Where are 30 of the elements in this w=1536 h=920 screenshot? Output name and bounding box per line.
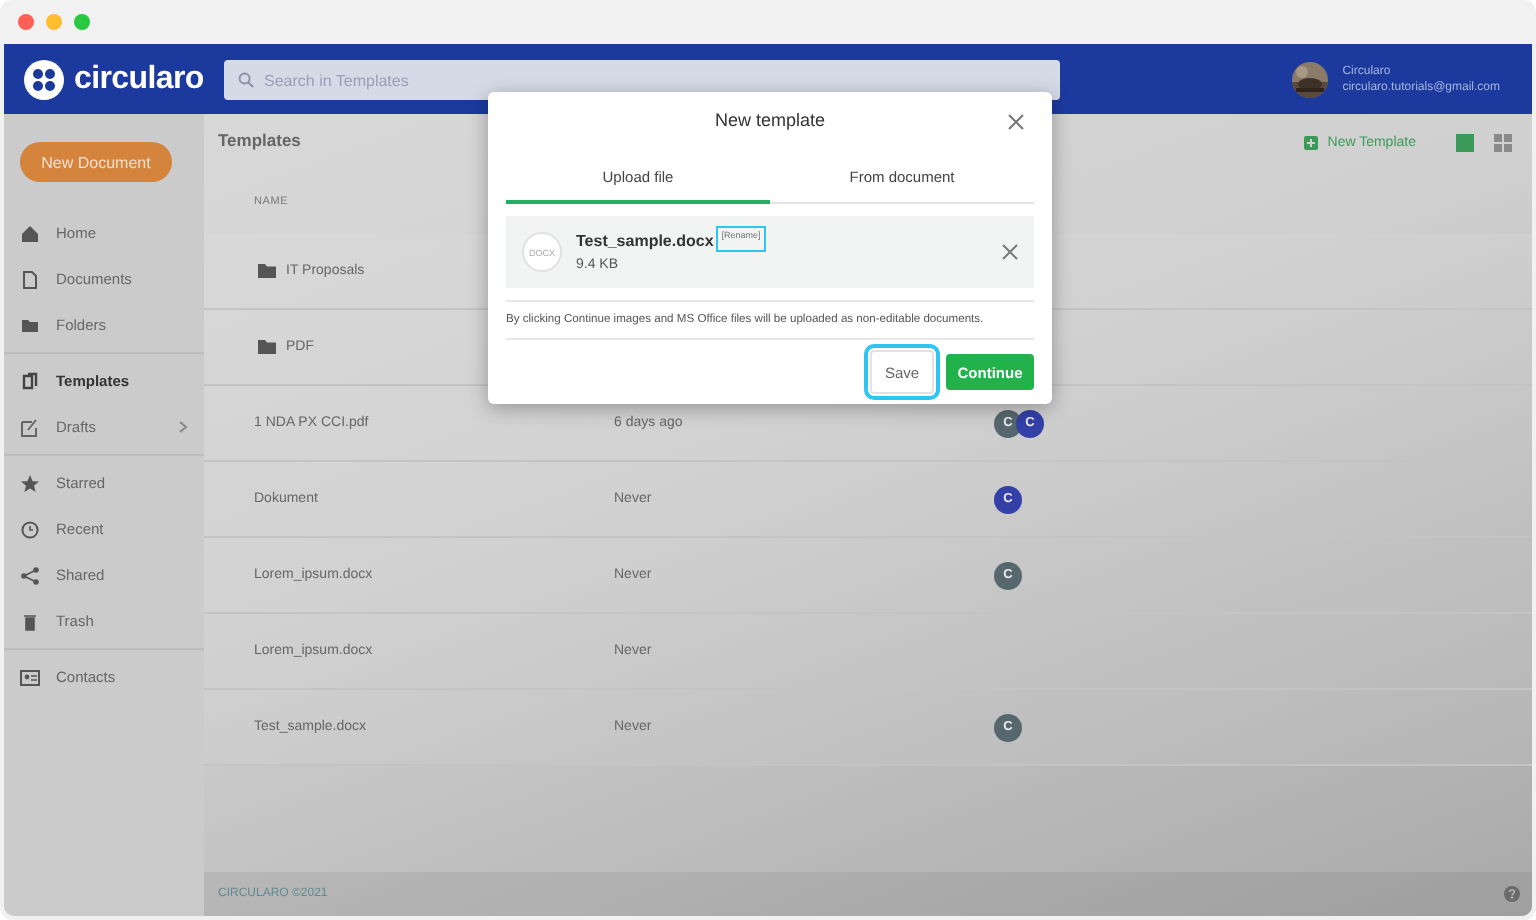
close-icon — [1008, 114, 1024, 130]
search-icon — [238, 71, 254, 87]
contact-card-icon — [20, 667, 40, 687]
remove-file-button[interactable] — [1002, 244, 1018, 260]
file-name: Test_sample.docx — [576, 232, 714, 250]
document-icon — [20, 269, 40, 289]
help-icon[interactable] — [1504, 886, 1520, 902]
list-view-icon[interactable] — [1456, 133, 1474, 151]
dialog-title: New template — [714, 110, 826, 130]
folder-icon — [258, 340, 276, 354]
folder-icon — [20, 315, 40, 335]
plus-icon — [1303, 135, 1318, 149]
grid-view-icon[interactable] — [1494, 133, 1512, 151]
folder-icon — [258, 264, 276, 278]
close-icon — [1002, 244, 1018, 260]
close-button[interactable] — [1008, 114, 1024, 130]
home-icon — [20, 223, 40, 243]
trash-icon — [20, 611, 40, 631]
clock-icon — [20, 519, 40, 539]
logo-icon — [24, 59, 64, 99]
minimize-window-icon[interactable] — [46, 14, 62, 30]
maximize-window-icon[interactable] — [74, 14, 90, 30]
new-document-button[interactable]: New Document — [20, 142, 172, 182]
logo-text: circularo — [74, 61, 204, 97]
page-title: Templates — [218, 130, 303, 150]
share-icon — [20, 565, 40, 585]
copy-icon — [20, 371, 40, 391]
close-window-icon[interactable] — [18, 14, 34, 30]
star-icon — [20, 473, 40, 493]
pencil-icon — [20, 417, 40, 437]
